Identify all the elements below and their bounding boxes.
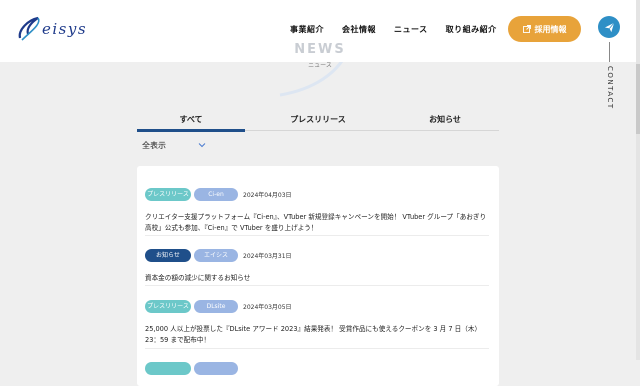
page-subtitle: ニュース (308, 62, 332, 69)
contact-button[interactable] (598, 16, 620, 38)
tag-category[interactable]: エイシス (194, 249, 238, 262)
list-item[interactable]: プレスリリース Ci-en 2024年04月03日 クリエイター支援プラットフォーム… (145, 184, 489, 234)
eisys-logo[interactable]: eisys (16, 12, 88, 46)
list-item[interactable] (145, 358, 489, 377)
news-date: 2024年04月03日 (243, 192, 292, 199)
nav-company[interactable]: 会社情報 (342, 24, 376, 35)
page-scrollbar[interactable] (636, 0, 640, 360)
scrollbar-thumb[interactable] (636, 64, 640, 134)
news-title[interactable]: 25,000 人以上が投票した『DLsite アワード 2023』結果発表！ 受… (145, 324, 489, 346)
logo-text: eisys (42, 20, 88, 38)
list-item[interactable]: お知らせ エイシス 2024年03月31日 資本金の額の減少に関するお知らせ (145, 245, 489, 284)
chevron-down-icon[interactable] (198, 141, 206, 149)
news-list: プレスリリース Ci-en 2024年04月03日 クリエイター支援プラットフォーム… (137, 166, 499, 386)
nav-initiatives[interactable]: 取り組み紹介 (446, 24, 497, 35)
tag-press-release[interactable]: プレスリリース (145, 188, 191, 201)
nav-news[interactable]: ニュース (394, 24, 428, 35)
tab-notice[interactable]: お知らせ (391, 108, 499, 132)
list-item[interactable]: プレスリリース DLsite 2024年03月05日 25,000 人以上が投票した… (145, 296, 489, 346)
item-divider (145, 235, 489, 236)
main-nav: 事業紹介 会社情報 ニュース 取り組み紹介 (290, 24, 515, 35)
news-title[interactable]: 資本金の額の減少に関するお知らせ (145, 273, 489, 284)
nav-business[interactable]: 事業紹介 (290, 24, 324, 35)
tag-category[interactable]: DLsite (194, 300, 238, 313)
recruit-label: 採用情報 (534, 24, 567, 34)
item-divider (145, 285, 489, 286)
news-title[interactable]: クリエイター支援プラットフォーム『Ci-en』、VTuber 新規登録キャンペー… (145, 212, 489, 234)
tab-active-indicator (137, 129, 245, 132)
news-tabs: すべて プレスリリース お知らせ (137, 108, 499, 132)
page-title: NEWS (294, 42, 346, 57)
news-date: 2024年03月05日 (243, 304, 292, 311)
external-link-icon (522, 25, 531, 33)
tag-category[interactable]: Ci-en (194, 188, 238, 201)
tag-notice[interactable]: お知らせ (145, 249, 191, 262)
item-divider (145, 348, 489, 349)
category-filter[interactable]: 全表示 (142, 140, 166, 151)
tag-category[interactable] (194, 362, 238, 375)
tab-press-release[interactable]: プレスリリース (264, 108, 372, 132)
paper-plane-icon (604, 22, 614, 32)
recruit-button[interactable]: 採用情報 (508, 16, 581, 42)
contact-label[interactable]: CONTACT (604, 66, 614, 110)
tag-press-release[interactable]: プレスリリース (145, 300, 191, 313)
tag-press-release[interactable] (145, 362, 191, 375)
news-date: 2024年03月31日 (243, 253, 292, 260)
